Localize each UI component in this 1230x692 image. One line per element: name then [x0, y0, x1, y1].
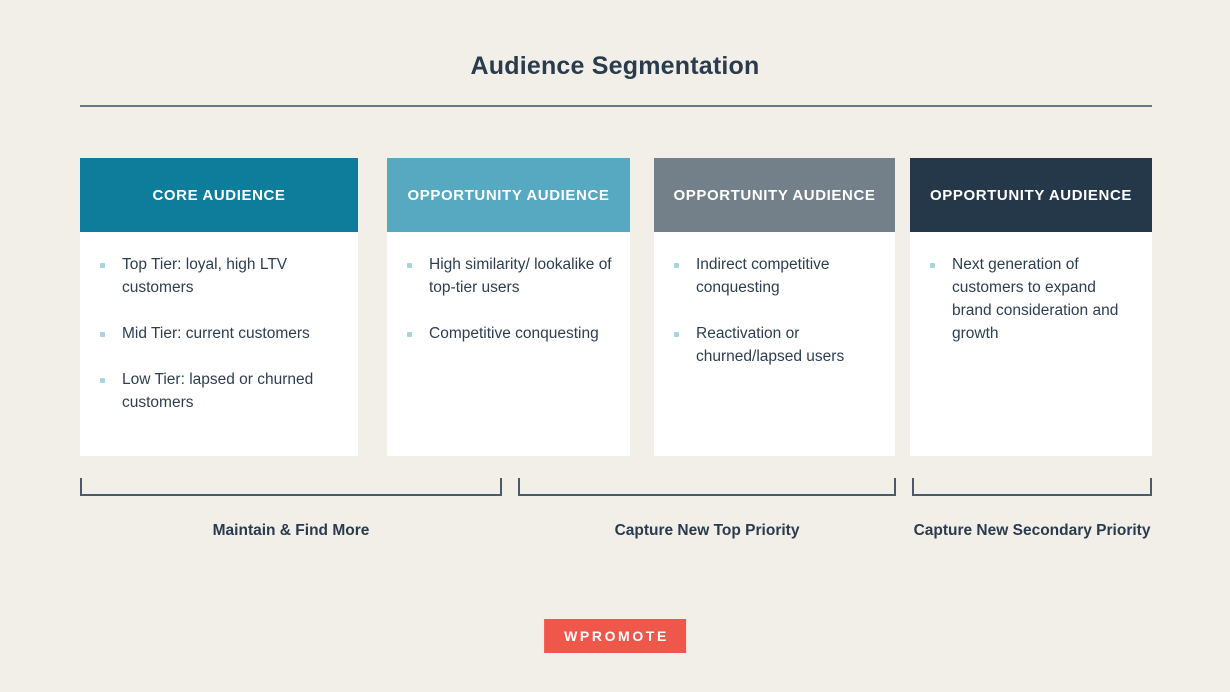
bullet-dot-icon [674, 263, 679, 268]
bullet-dot-icon [100, 332, 105, 337]
slide-canvas: Audience Segmentation CORE AUDIENCE Top … [0, 0, 1230, 692]
audience-card-opportunity-3[interactable]: OPPORTUNITY AUDIENCE Next generation of … [910, 158, 1152, 456]
list-item: Top Tier: loyal, high LTV customers [94, 254, 340, 300]
bullet-dot-icon [407, 332, 412, 337]
audience-card-opportunity-2[interactable]: OPPORTUNITY AUDIENCE Indirect competitiv… [654, 158, 895, 456]
card-body-opportunity-3: Next generation of customers to expand b… [910, 232, 1152, 456]
bullet-list-opportunity-1: High similarity/ lookalike of top-tier u… [401, 254, 612, 346]
list-item-label: High similarity/ lookalike of top-tier u… [429, 256, 612, 296]
bullet-list-opportunity-2: Indirect competitive conquesting Reactiv… [668, 254, 877, 369]
group-bracket-2 [518, 478, 896, 496]
audience-card-row: CORE AUDIENCE Top Tier: loyal, high LTV … [80, 158, 1152, 456]
bullet-dot-icon [674, 332, 679, 337]
list-item: Competitive conquesting [401, 323, 612, 346]
bullet-list-core: Top Tier: loyal, high LTV customers Mid … [94, 254, 340, 415]
list-item: High similarity/ lookalike of top-tier u… [401, 254, 612, 300]
group-caption-row: Maintain & Find More Capture New Top Pri… [80, 520, 1152, 580]
bullet-dot-icon [100, 378, 105, 383]
list-item-label: Mid Tier: current customers [122, 325, 310, 342]
card-header-opportunity-1: OPPORTUNITY AUDIENCE [387, 158, 630, 232]
bullet-dot-icon [930, 263, 935, 268]
list-item-label: Next generation of customers to expand b… [952, 256, 1118, 342]
list-item-label: Low Tier: lapsed or churned customers [122, 371, 313, 411]
card-header-opportunity-2: OPPORTUNITY AUDIENCE [654, 158, 895, 232]
card-header-opportunity-3: OPPORTUNITY AUDIENCE [910, 158, 1152, 232]
list-item: Next generation of customers to expand b… [924, 254, 1134, 346]
title-divider [80, 105, 1152, 107]
audience-card-core[interactable]: CORE AUDIENCE Top Tier: loyal, high LTV … [80, 158, 358, 456]
group-caption-2: Capture New Top Priority [518, 520, 896, 542]
list-item-label: Top Tier: loyal, high LTV customers [122, 256, 287, 296]
card-body-opportunity-2: Indirect competitive conquesting Reactiv… [654, 232, 895, 456]
audience-card-opportunity-1[interactable]: OPPORTUNITY AUDIENCE High similarity/ lo… [387, 158, 630, 456]
group-bracket-1 [80, 478, 502, 496]
page-title: Audience Segmentation [0, 52, 1230, 81]
bullet-dot-icon [100, 263, 105, 268]
card-body-core: Top Tier: loyal, high LTV customers Mid … [80, 232, 358, 456]
bullet-list-opportunity-3: Next generation of customers to expand b… [924, 254, 1134, 346]
list-item: Reactivation or churned/lapsed users [668, 323, 877, 369]
card-body-opportunity-1: High similarity/ lookalike of top-tier u… [387, 232, 630, 456]
wpromote-logo: WPROMOTE [544, 619, 686, 653]
list-item: Indirect competitive conquesting [668, 254, 877, 300]
group-bracket-row [80, 478, 1152, 508]
list-item-label: Reactivation or churned/lapsed users [696, 325, 844, 365]
card-header-core: CORE AUDIENCE [80, 158, 358, 232]
list-item-label: Indirect competitive conquesting [696, 256, 830, 296]
group-caption-3: Capture New Secondary Priority [912, 520, 1152, 542]
list-item: Mid Tier: current customers [94, 323, 340, 346]
group-caption-1: Maintain & Find More [80, 520, 502, 542]
group-bracket-3 [912, 478, 1152, 496]
bullet-dot-icon [407, 263, 412, 268]
list-item-label: Competitive conquesting [429, 325, 599, 342]
list-item: Low Tier: lapsed or churned customers [94, 369, 340, 415]
